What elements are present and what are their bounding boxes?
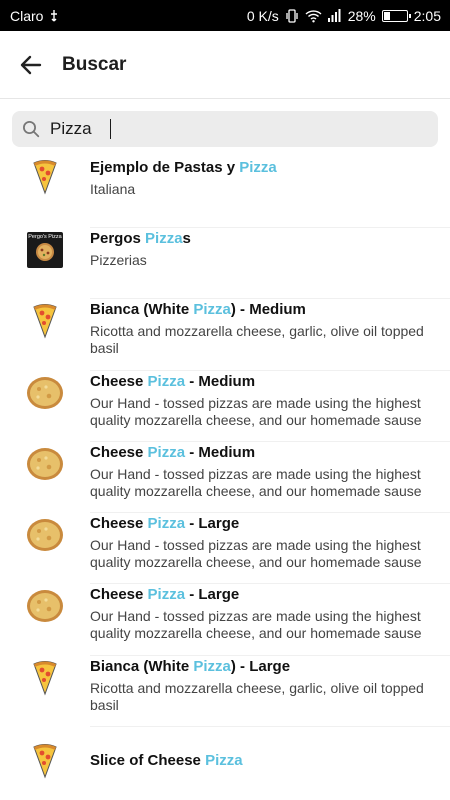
item-description: Ricotta and mozzarella cheese, garlic, o… bbox=[90, 323, 424, 356]
item-name: Ejemplo de Pastas y Pizza bbox=[90, 159, 277, 176]
item-description: Our Hand - tossed pizzas are made using … bbox=[90, 537, 422, 570]
item-name: Bianca (White Pizza) - Large bbox=[90, 658, 291, 675]
battery-percent: 28% bbox=[347, 7, 376, 24]
wifi-icon bbox=[305, 9, 322, 23]
item-description: Ricotta and mozzarella cheese, garlic, o… bbox=[90, 680, 424, 713]
whole-pizza-image bbox=[0, 584, 90, 623]
item-description: Pizzerias bbox=[90, 252, 147, 268]
clock: 2:05 bbox=[413, 7, 441, 24]
pizza-slice-icon bbox=[0, 727, 90, 779]
carrier-label: Claro bbox=[10, 7, 44, 24]
item-name: Cheese Pizza - Large bbox=[90, 586, 240, 603]
item-name: Pergos Pizzas bbox=[90, 230, 191, 247]
vibrate-icon bbox=[285, 8, 299, 23]
pizza-slice-icon bbox=[0, 656, 90, 696]
logo-text: Pergo's Pizza bbox=[28, 234, 62, 240]
search-input[interactable] bbox=[48, 118, 112, 140]
item-description: Our Hand - tossed pizzas are made using … bbox=[90, 466, 422, 499]
whole-pizza-image bbox=[0, 371, 90, 410]
item-description: Our Hand - tossed pizzas are made using … bbox=[90, 395, 422, 428]
item-name: Cheese Pizza - Medium bbox=[90, 373, 256, 390]
item-name: Cheese Pizza - Large bbox=[90, 515, 240, 532]
usb-icon bbox=[49, 9, 59, 23]
item-name: Bianca (White Pizza) - Medium bbox=[90, 301, 306, 318]
item-name: Cheese Pizza - Medium bbox=[90, 444, 256, 461]
list-item[interactable]: Pergo's Pizza Pergos Pizzas Pizzerias bbox=[0, 228, 450, 299]
pizza-slice-icon bbox=[0, 299, 90, 339]
back-button[interactable] bbox=[16, 50, 46, 80]
page-title: Buscar bbox=[62, 53, 127, 75]
list-item[interactable]: Cheese Pizza - Medium Our Hand - tossed … bbox=[0, 371, 450, 442]
list-item[interactable]: Cheese Pizza - Large Our Hand - tossed p… bbox=[0, 584, 450, 656]
search-bar[interactable] bbox=[12, 111, 438, 147]
signal-icon bbox=[327, 9, 342, 22]
list-item[interactable]: Bianca (White Pizza) - Medium Ricotta an… bbox=[0, 299, 450, 371]
whole-pizza-image bbox=[0, 513, 90, 552]
text-cursor bbox=[110, 119, 111, 139]
list-item[interactable]: Bianca (White Pizza) - Large Ricotta and… bbox=[0, 656, 450, 727]
battery-icon bbox=[381, 9, 411, 22]
search-container bbox=[0, 99, 450, 147]
list-item[interactable]: Slice of Cheese Pizza bbox=[0, 727, 450, 791]
list-item[interactable]: Ejemplo de Pastas y Pizza Italiana bbox=[0, 157, 450, 228]
arrow-left-icon bbox=[20, 55, 42, 74]
results-list: Ejemplo de Pastas y Pizza Italiana Pergo… bbox=[0, 157, 450, 791]
whole-pizza-image bbox=[0, 442, 90, 481]
list-item[interactable]: Cheese Pizza - Medium Our Hand - tossed … bbox=[0, 442, 450, 513]
search-icon bbox=[22, 120, 40, 138]
item-name: Slice of Cheese Pizza bbox=[90, 752, 243, 769]
app-bar: Buscar bbox=[0, 31, 450, 99]
net-speed: 0 K/s bbox=[246, 7, 279, 24]
restaurant-logo: Pergo's Pizza bbox=[0, 228, 90, 268]
status-bar: Claro 0 K/s 28% 2:05 bbox=[0, 0, 450, 31]
pizza-slice-icon bbox=[0, 157, 90, 195]
item-description: Our Hand - tossed pizzas are made using … bbox=[90, 608, 422, 641]
item-description: Italiana bbox=[90, 181, 136, 197]
list-item[interactable]: Cheese Pizza - Large Our Hand - tossed p… bbox=[0, 513, 450, 584]
